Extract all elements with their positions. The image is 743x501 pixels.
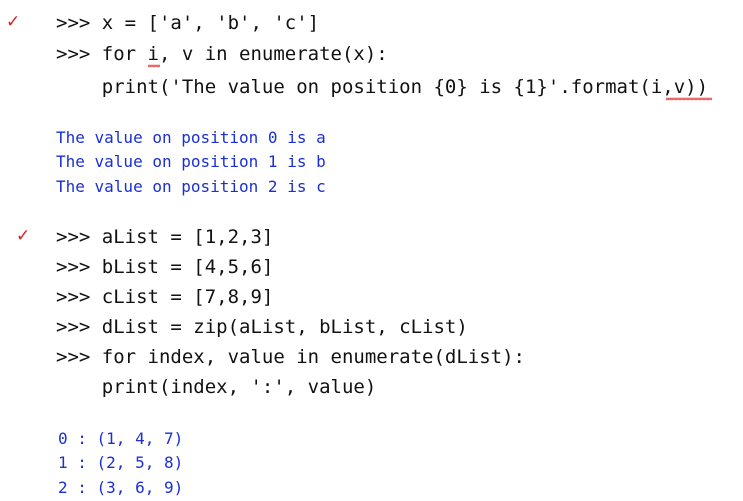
output-line: The value on position 1 is b (56, 152, 326, 171)
output-line: 2 : (3, 6, 9) (58, 478, 184, 497)
output-line: 1 : (2, 5, 8) (58, 453, 184, 472)
code-line: >>> cList = [7,8,9] (56, 286, 274, 308)
code-line: >>> bList = [4,5,6] (56, 256, 274, 278)
output-line: The value on position 2 is c (56, 177, 326, 196)
code-line: print('The value on position {0} is {1}'… (56, 76, 709, 98)
output-line: The value on position 0 is a (56, 128, 326, 147)
output-line: 0 : (1, 4, 7) (58, 429, 184, 448)
check-mark-icon: ✓ (16, 226, 31, 246)
code-line: >>> for i, v in enumerate(x): (56, 43, 388, 65)
code-line: >>> for index, value in enumerate(dList)… (56, 346, 525, 368)
code-line: >>> dList = zip(aList, bList, cList) (56, 316, 468, 338)
code-line: print(index, ':', value) (56, 376, 377, 398)
code-line: >>> x = ['a', 'b', 'c'] (56, 12, 320, 34)
spellcheck-underline (148, 64, 160, 68)
spellcheck-underline (666, 97, 712, 101)
check-mark-icon: ✓ (6, 12, 21, 32)
code-line: >>> aList = [1,2,3] (56, 226, 274, 248)
